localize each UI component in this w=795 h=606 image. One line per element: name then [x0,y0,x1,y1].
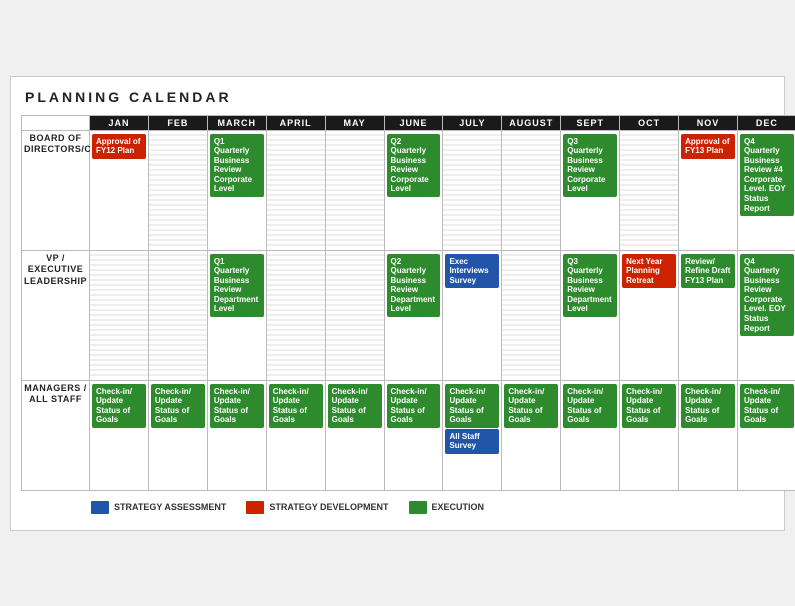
board-row: BOARD OF DIRECTORS/CEO Approval of FY12 … [22,130,795,250]
mgr-feb: Check-in/ Update Status of Goals [148,380,207,490]
vp-jul: Exec Interviews Survey [443,250,502,380]
vp-oct-event: Next Year Planning Retreat [622,254,676,289]
mgr-may: Check-in/ Update Status of Goals [325,380,384,490]
vp-apr [266,250,325,380]
vp-row-label: VP / EXECUTIVE LEADERSHIP [22,250,90,380]
legend-strategy-development: STRATEGY DEVELOPMENT [246,501,388,514]
calendar-container: PLANNING CALENDAR JAN FEB MARCH APRIL MA… [10,76,785,531]
vp-dec-event: Q4 Quarterly Business Review Corporate L… [740,254,794,337]
mgr-mar: Check-in/ Update Status of Goals [207,380,266,490]
board-sep-event: Q3 Quarterly Business Review Corporate L… [563,134,617,198]
legend-red-box [246,501,264,514]
vp-aug [502,250,561,380]
managers-row-label: MANAGERS / ALL STAFF [22,380,90,490]
vp-jul-event: Exec Interviews Survey [445,254,499,289]
mgr-jul: Check-in/ Update Status of Goals All Sta… [443,380,502,490]
mgr-mar-event: Check-in/ Update Status of Goals [210,384,264,428]
month-header-aug: AUGUST [502,115,561,130]
board-dec-event: Q4 Quarterly Business Review #4 Corporat… [740,134,794,217]
vp-jun: Q2 Quarterly Business Review Department … [384,250,443,380]
calendar-table: JAN FEB MARCH APRIL MAY JUNE JULY AUGUST… [21,115,795,491]
vp-nov: Review/ Refine Draft FY13 Plan [679,250,738,380]
vp-nov-event: Review/ Refine Draft FY13 Plan [681,254,735,289]
legend: STRATEGY ASSESSMENT STRATEGY DEVELOPMENT… [21,501,774,514]
mgr-aug-event: Check-in/ Update Status of Goals [504,384,558,428]
mgr-jan: Check-in/ Update Status of Goals [90,380,149,490]
mgr-jun: Check-in/ Update Status of Goals [384,380,443,490]
board-jan-event: Approval of FY12 Plan [92,134,146,159]
managers-row: MANAGERS / ALL STAFF Check-in/ Update St… [22,380,795,490]
vp-row: VP / EXECUTIVE LEADERSHIP Q1 Quarterly B… [22,250,795,380]
mgr-jan-event: Check-in/ Update Status of Goals [92,384,146,428]
mgr-sep: Check-in/ Update Status of Goals [561,380,620,490]
board-nov-event: Approval of FY13 Plan [681,134,735,159]
board-dec: Q4 Quarterly Business Review #4 Corporat… [737,130,795,250]
board-aug [502,130,561,250]
vp-may [325,250,384,380]
vp-feb [148,250,207,380]
month-header-oct: OCT [620,115,679,130]
page-title: PLANNING CALENDAR [21,89,774,105]
mgr-oct-event: Check-in/ Update Status of Goals [622,384,676,428]
vp-sep: Q3 Quarterly Business Review Department … [561,250,620,380]
board-jun-event: Q2 Quarterly Business Review Corporate L… [387,134,441,198]
legend-blue-box [91,501,109,514]
board-apr [266,130,325,250]
board-may [325,130,384,250]
month-header-sep: SEPT [561,115,620,130]
vp-oct: Next Year Planning Retreat [620,250,679,380]
vp-dec: Q4 Quarterly Business Review Corporate L… [737,250,795,380]
legend-execution: EXECUTION [409,501,485,514]
month-header-nov: NOV [679,115,738,130]
vp-mar-event: Q1 Quarterly Business Review Department … [210,254,264,318]
board-mar: Q1 Quarterly Business Review Corporate L… [207,130,266,250]
board-feb [148,130,207,250]
mgr-dec: Check-in/ Update Status of Goals [737,380,795,490]
legend-execution-label: EXECUTION [432,502,485,512]
mgr-sep-event: Check-in/ Update Status of Goals [563,384,617,428]
mgr-oct: Check-in/ Update Status of Goals [620,380,679,490]
legend-strategy-development-label: STRATEGY DEVELOPMENT [269,502,388,512]
vp-mar: Q1 Quarterly Business Review Department … [207,250,266,380]
board-row-label: BOARD OF DIRECTORS/CEO [22,130,90,250]
board-jun: Q2 Quarterly Business Review Corporate L… [384,130,443,250]
header-label-cell [22,115,90,130]
mgr-nov: Check-in/ Update Status of Goals [679,380,738,490]
month-header-jul: JULY [443,115,502,130]
month-header-apr: APRIL [266,115,325,130]
board-sep: Q3 Quarterly Business Review Corporate L… [561,130,620,250]
vp-jun-event: Q2 Quarterly Business Review Department … [387,254,441,318]
vp-sep-event: Q3 Quarterly Business Review Department … [563,254,617,318]
board-nov: Approval of FY13 Plan [679,130,738,250]
month-header-jun: JUNE [384,115,443,130]
mgr-apr-event: Check-in/ Update Status of Goals [269,384,323,428]
legend-strategy-assessment: STRATEGY ASSESSMENT [91,501,226,514]
month-header-jan: JAN [90,115,149,130]
mgr-apr: Check-in/ Update Status of Goals [266,380,325,490]
board-mar-event: Q1 Quarterly Business Review Corporate L… [210,134,264,198]
month-header-mar: MARCH [207,115,266,130]
mgr-feb-event: Check-in/ Update Status of Goals [151,384,205,428]
board-jan: Approval of FY12 Plan [90,130,149,250]
legend-green-box [409,501,427,514]
mgr-dec-event: Check-in/ Update Status of Goals [740,384,794,428]
month-header-feb: FEB [148,115,207,130]
header-row: JAN FEB MARCH APRIL MAY JUNE JULY AUGUST… [22,115,795,130]
mgr-jul-event2: All Staff Survey [445,429,499,454]
mgr-may-event: Check-in/ Update Status of Goals [328,384,382,428]
vp-jan [90,250,149,380]
mgr-nov-event: Check-in/ Update Status of Goals [681,384,735,428]
board-oct [620,130,679,250]
board-jul [443,130,502,250]
month-header-may: MAY [325,115,384,130]
legend-strategy-assessment-label: STRATEGY ASSESSMENT [114,502,226,512]
mgr-aug: Check-in/ Update Status of Goals [502,380,561,490]
mgr-jun-event: Check-in/ Update Status of Goals [387,384,441,428]
month-header-dec: DEC [737,115,795,130]
mgr-jul-event1: Check-in/ Update Status of Goals [445,384,499,428]
